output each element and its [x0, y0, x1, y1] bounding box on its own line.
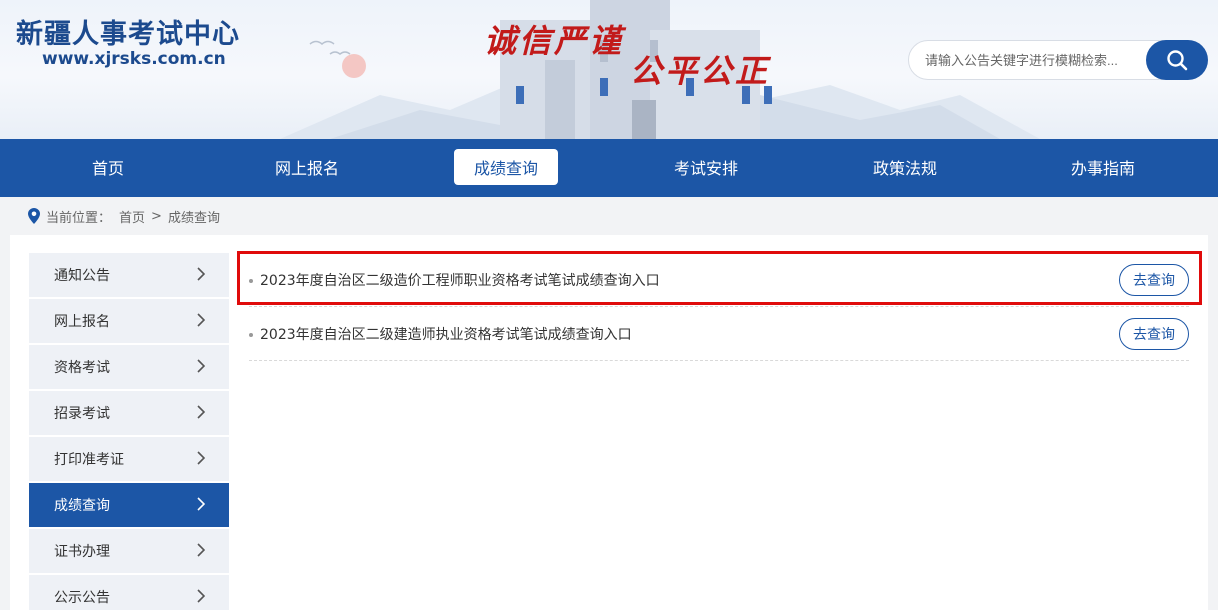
sidebar-item-recruitment-exams[interactable]: 招录考试 [29, 391, 229, 435]
sidebar-menu: 通知公告 网上报名 资格考试 招录考试 打印准考证 成绩查询 证书办理 公示公告 [29, 253, 229, 610]
search-icon [1167, 50, 1188, 71]
score-query-list: 2023年度自治区二级造价工程师职业资格考试笔试成绩查询入口 去查询 2023年… [249, 253, 1189, 361]
search-input[interactable] [908, 40, 1168, 80]
sidebar-item-label: 资格考试 [54, 360, 110, 376]
site-header: 新疆人事考试中心 www.xjrsks.com.cn 诚信严谨 公平公正 [0, 0, 1218, 139]
search-box [908, 40, 1208, 80]
site-url[interactable]: www.xjrsks.com.cn [42, 49, 226, 69]
breadcrumb-prefix: 当前位置： [46, 210, 112, 226]
list-item-title[interactable]: 2023年度自治区二级建造师执业资格考试笔试成绩查询入口 [260, 324, 632, 344]
nav-item-service-guide[interactable]: 办事指南 [1053, 149, 1153, 185]
chevron-right-icon [197, 451, 205, 465]
sidebar-item-label: 成绩查询 [54, 498, 110, 514]
sidebar-item-certificate-processing[interactable]: 证书办理 [29, 529, 229, 573]
list-item: 2023年度自治区二级建造师执业资格考试笔试成绩查询入口 去查询 [249, 307, 1189, 361]
nav-item-home[interactable]: 首页 [58, 149, 158, 185]
breadcrumb-current: 成绩查询 [167, 210, 220, 226]
sidebar-item-label: 通知公告 [54, 268, 110, 284]
list-item-title[interactable]: 2023年度自治区二级造价工程师职业资格考试笔试成绩查询入口 [260, 270, 660, 290]
location-pin-icon [28, 208, 40, 224]
chevron-right-icon [197, 359, 205, 373]
breadcrumb-home[interactable]: 首页 [119, 207, 145, 226]
slogan-integrity: 诚信严谨 [484, 22, 625, 60]
chevron-right-icon [197, 267, 205, 281]
sidebar-item-label: 公示公告 [54, 590, 110, 606]
sidebar-item-label: 网上报名 [54, 314, 110, 330]
bullet-icon [249, 332, 253, 337]
breadcrumb-separator: > [151, 208, 162, 224]
chevron-right-icon [197, 313, 205, 327]
sidebar-item-label: 招录考试 [54, 406, 110, 422]
bullet-icon [249, 278, 253, 283]
sidebar-item-online-registration[interactable]: 网上报名 [29, 299, 229, 343]
sidebar-item-score-query[interactable]: 成绩查询 [29, 483, 229, 527]
sidebar-item-label: 打印准考证 [54, 452, 124, 468]
sidebar-item-public-announcements[interactable]: 公示公告 [29, 575, 229, 610]
slogan-fairness: 公平公正 [630, 52, 771, 90]
sidebar-item-print-admission-ticket[interactable]: 打印准考证 [29, 437, 229, 481]
site-title[interactable]: 新疆人事考试中心 [16, 12, 240, 51]
sidebar-item-label: 证书办理 [54, 544, 110, 560]
chevron-right-icon [197, 497, 205, 511]
nav-item-online-registration[interactable]: 网上报名 [257, 149, 357, 185]
breadcrumb: 当前位置： 首页 > 成绩查询 [10, 197, 1208, 235]
nav-item-exam-schedule[interactable]: 考试安排 [656, 149, 756, 185]
go-query-button[interactable]: 去查询 [1119, 318, 1189, 350]
chevron-right-icon [197, 543, 205, 557]
nav-item-policies[interactable]: 政策法规 [855, 149, 955, 185]
list-item: 2023年度自治区二级造价工程师职业资格考试笔试成绩查询入口 去查询 [249, 253, 1189, 307]
chevron-right-icon [197, 589, 205, 603]
go-query-button[interactable]: 去查询 [1119, 264, 1189, 296]
sidebar-item-notices[interactable]: 通知公告 [29, 253, 229, 297]
search-button[interactable] [1146, 40, 1208, 80]
nav-item-score-query[interactable]: 成绩查询 [454, 149, 558, 185]
main-nav: 首页 网上报名 成绩查询 考试安排 政策法规 办事指南 [0, 139, 1218, 197]
sidebar-item-qualification-exams[interactable]: 资格考试 [29, 345, 229, 389]
chevron-right-icon [197, 405, 205, 419]
